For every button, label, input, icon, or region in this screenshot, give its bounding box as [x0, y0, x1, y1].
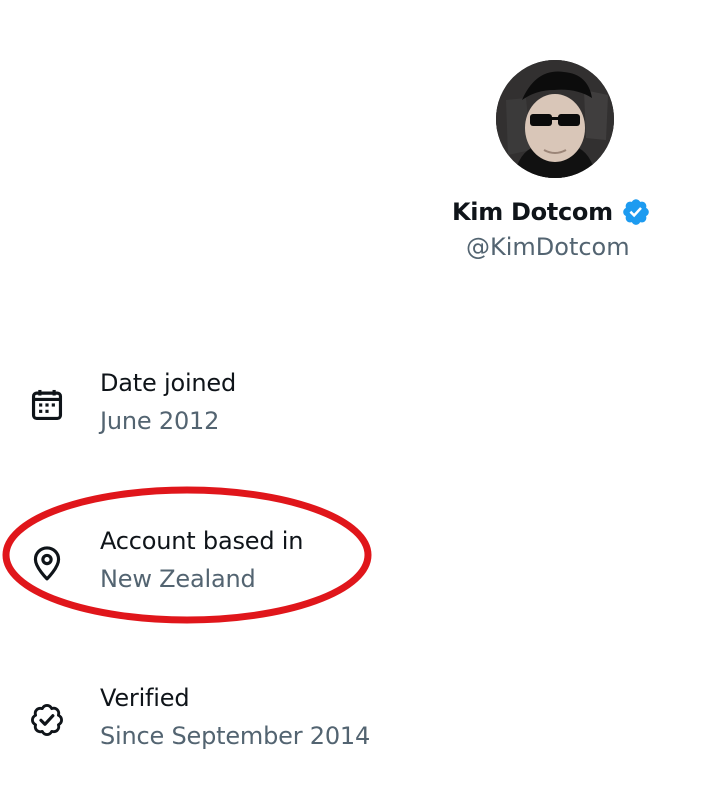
verified-badge-icon[interactable] [621, 197, 651, 227]
about-item-account-based-in: Account based in New Zealand [0, 524, 715, 614]
profile-handle[interactable]: @KimDotcom [466, 233, 630, 261]
about-item-title: Verified [100, 684, 190, 712]
about-item-title: Account based in [100, 527, 304, 555]
display-name[interactable]: Kim Dotcom [452, 198, 613, 226]
avatar[interactable] [496, 60, 614, 178]
calendar-icon [31, 389, 63, 421]
about-item-value: June 2012 [100, 407, 220, 435]
about-item-verified: Verified Since September 2014 [0, 681, 715, 771]
about-item-title: Date joined [100, 369, 237, 397]
location-pin-icon [33, 546, 61, 581]
about-item-value: Since September 2014 [100, 722, 371, 750]
verified-icon [31, 704, 63, 736]
about-item-date-joined: Date joined June 2012 [0, 366, 715, 456]
about-item-value: New Zealand [100, 565, 256, 593]
profile-name-row: Kim Dotcom [452, 194, 651, 230]
avatar-image [496, 60, 614, 178]
